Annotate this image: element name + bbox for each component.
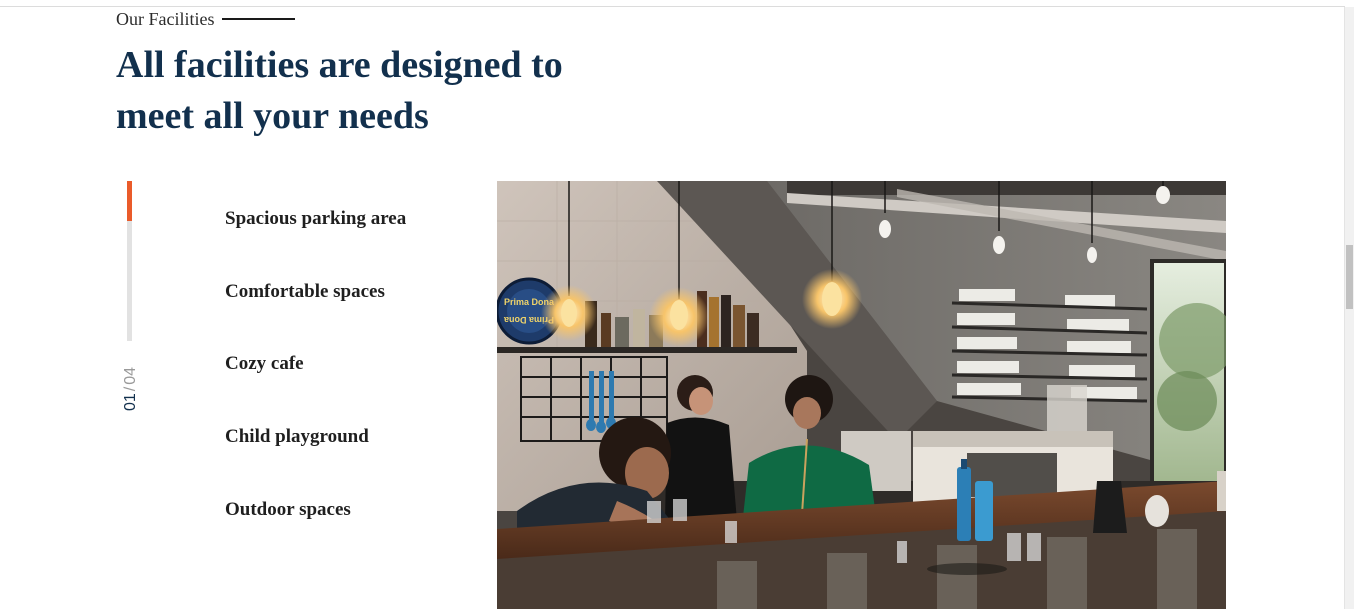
section-eyebrow: Our Facilities: [116, 8, 296, 30]
facility-item-comfortable-spaces[interactable]: Comfortable spaces: [225, 280, 406, 304]
facility-item-parking[interactable]: Spacious parking area: [225, 207, 406, 231]
cafe-scene-illustration: Prima Dona Prima Dona: [497, 181, 1226, 609]
section-headline: All facilities are designed to meet all …: [116, 40, 636, 142]
eyebrow-label: Our Facilities: [116, 9, 215, 29]
slider-progress-fill: [127, 181, 132, 221]
facility-item-outdoor[interactable]: Outdoor spaces: [225, 498, 406, 522]
eyebrow-line: [222, 18, 296, 20]
scrollbar-thumb[interactable]: [1346, 245, 1353, 309]
counter-total: 04: [122, 366, 139, 385]
slide-counter: 01 / 04: [120, 360, 142, 418]
slider-progress-track: [127, 181, 132, 341]
headline-line-2: meet all your needs: [116, 95, 429, 137]
facility-item-playground[interactable]: Child playground: [225, 425, 406, 449]
top-divider: [0, 6, 1345, 7]
facility-item-cafe[interactable]: Cozy cafe: [225, 352, 406, 376]
cafe-interior-photo: Prima Dona Prima Dona: [497, 181, 1226, 609]
headline-line-1: All facilities are designed to: [116, 44, 563, 86]
page-scrollbar[interactable]: [1344, 7, 1354, 609]
counter-separator: /: [122, 386, 139, 392]
facility-list: Spacious parking area Comfortable spaces…: [225, 207, 406, 570]
counter-current: 01: [122, 393, 139, 412]
